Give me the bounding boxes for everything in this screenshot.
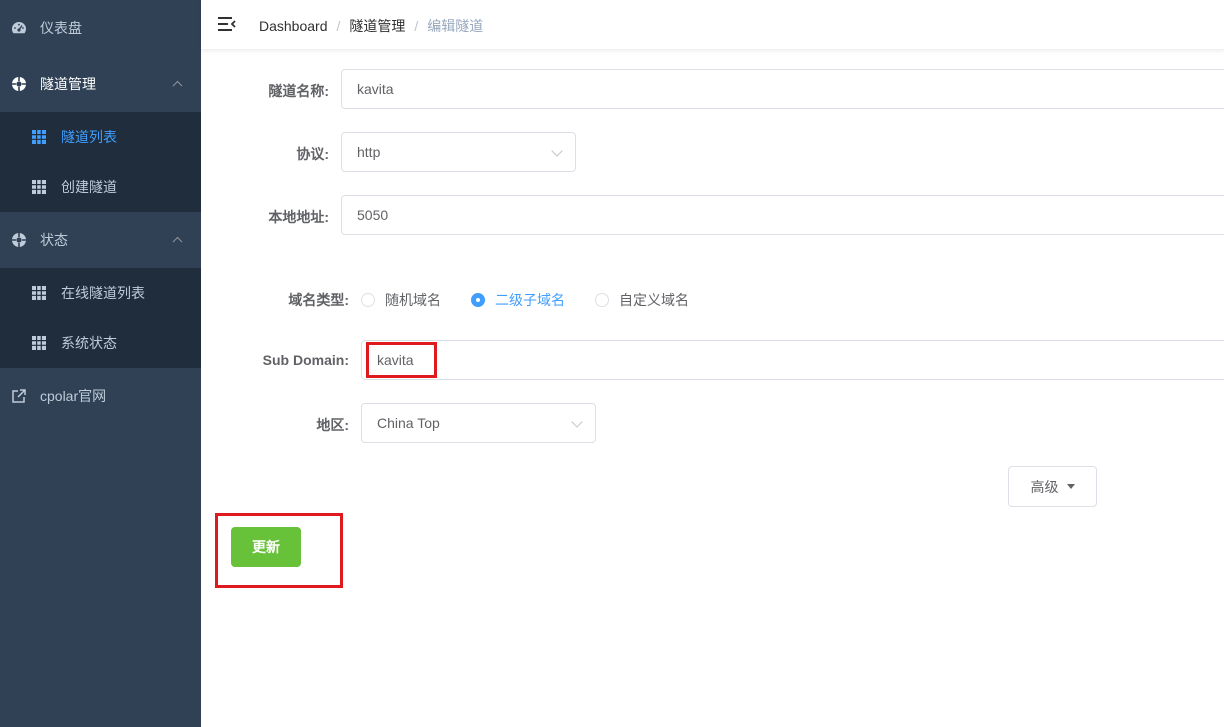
sidebar-item-label: 隧道管理 [40,76,96,92]
tunnel-name-value: kavita [357,81,394,97]
advanced-button[interactable]: 高级 [1008,466,1097,507]
radio-random-domain[interactable]: 随机域名 [361,290,441,310]
sidebar-item-label: 状态 [40,232,68,248]
caret-down-icon [1066,484,1075,489]
external-link-icon [11,388,27,404]
subdomain-input[interactable]: kavita [361,340,1224,380]
sidebar-item-label: cpolar官网 [40,388,107,404]
radio-circle [471,293,485,307]
radio-circle [595,293,609,307]
radio-subdomain[interactable]: 二级子域名 [471,290,565,310]
breadcrumb-edit-tunnel: 编辑隧道 [427,18,484,34]
local-address-value: 5050 [357,207,389,223]
region-label: 地区: [316,417,349,433]
sidebar-item-tunnel-list[interactable]: 隧道列表 [0,112,201,162]
breadcrumb-tunnel-management[interactable]: 隧道管理 [349,16,405,36]
sidebar-item-system-status[interactable]: 系统状态 [0,318,201,368]
sidebar-item-online-tunnels[interactable]: 在线隧道列表 [0,268,201,318]
advanced-label: 高级 [1030,478,1059,495]
radio-label: 自定义域名 [619,292,689,308]
breadcrumb-separator: / [414,18,419,34]
sidebar-item-dashboard[interactable]: 仪表盘 [0,0,201,56]
chevron-up-icon [172,236,183,247]
navbar: Dashboard / 隧道管理 / 编辑隧道 [201,0,1224,50]
sidebar-item-label: 隧道列表 [61,129,117,145]
grid-icon [31,335,47,351]
highlight-box-update [215,513,343,588]
hamburger-menu-icon[interactable] [217,14,237,34]
protocol-label: 协议: [296,146,329,162]
region-value: China Top [377,415,440,431]
gear-icon [11,232,27,248]
protocol-select[interactable]: http [341,132,576,172]
tunnel-name-label: 隧道名称: [268,83,329,99]
sidebar-item-label: 在线隧道列表 [61,285,145,301]
radio-label: 随机域名 [385,292,441,308]
sidebar-item-create-tunnel[interactable]: 创建隧道 [0,162,201,212]
sidebar: 仪表盘 隧道管理 隧道列表 创建隧道 状态 在线隧道列表 系统状态 cpolar… [0,0,201,727]
breadcrumb-dashboard[interactable]: Dashboard [259,18,328,34]
gear-icon [11,76,27,92]
protocol-value: http [357,144,381,160]
chevron-down-icon [571,416,583,428]
radio-circle [361,293,375,307]
sidebar-item-label: 系统状态 [61,335,117,351]
highlight-box-subdomain [366,342,437,378]
local-address-input[interactable]: 5050 [341,195,1224,235]
sidebar-item-label: 仪表盘 [40,20,82,36]
radio-custom-domain[interactable]: 自定义域名 [595,290,689,310]
tunnel-name-input[interactable]: kavita [341,69,1224,109]
grid-icon [31,285,47,301]
chevron-up-icon [172,80,183,91]
sidebar-item-cpolar-website[interactable]: cpolar官网 [0,368,201,424]
breadcrumb-separator: / [336,18,341,34]
sidebar-item-label: 创建隧道 [61,179,117,195]
radio-label: 二级子域名 [495,292,565,308]
domain-type-label: 域名类型: [288,292,349,308]
sidebar-item-status[interactable]: 状态 [0,212,201,268]
dashboard-icon [11,20,27,36]
region-select[interactable]: China Top [361,403,596,443]
grid-icon [31,179,47,195]
chevron-down-icon [551,145,563,157]
local-address-label: 本地地址: [268,209,329,225]
subdomain-label: Sub Domain: [262,352,349,368]
breadcrumb: Dashboard / 隧道管理 / 编辑隧道 [259,16,483,36]
sidebar-item-tunnel-management[interactable]: 隧道管理 [0,56,201,112]
grid-icon [31,129,47,145]
